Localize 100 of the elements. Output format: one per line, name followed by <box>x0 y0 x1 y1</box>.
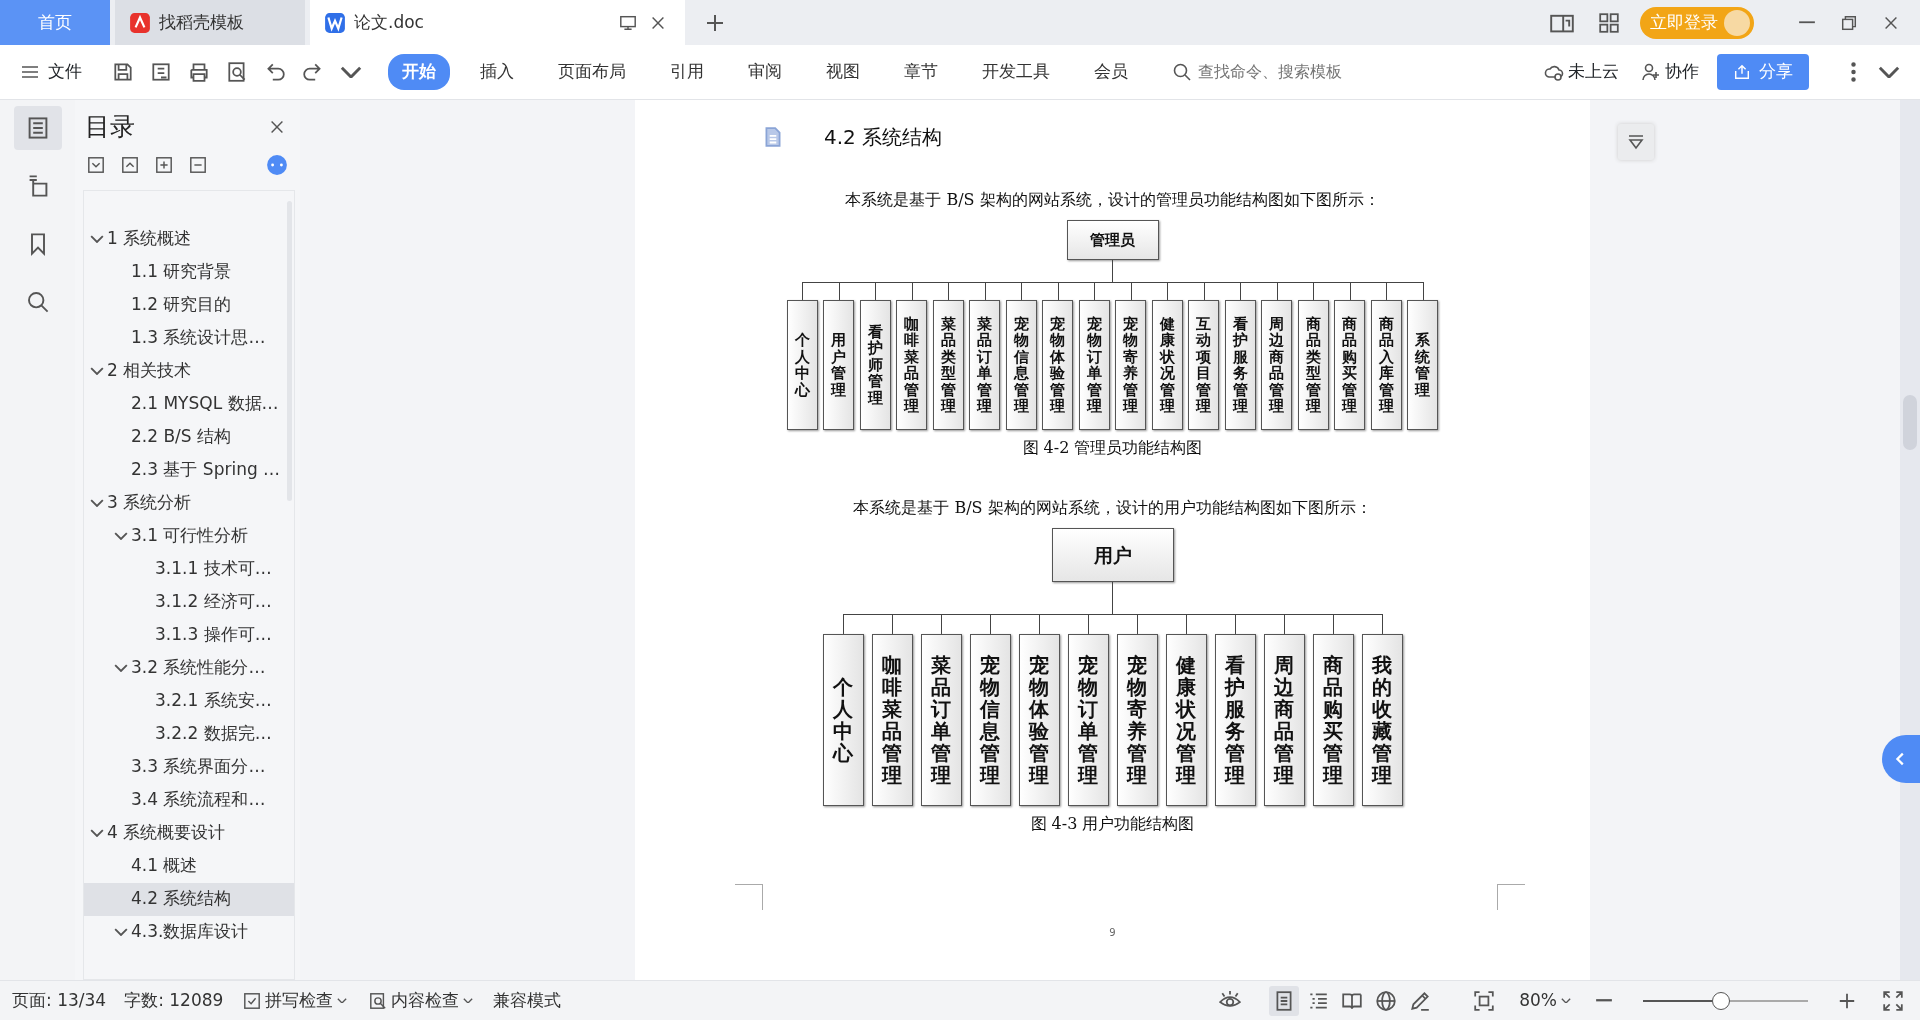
chart-node: 用户管理 <box>823 300 855 430</box>
collab-icon <box>1641 62 1661 82</box>
ribbon-tab[interactable]: 章节 <box>890 54 952 90</box>
toc-item[interactable]: 2 相关技术 <box>84 354 294 388</box>
chart-node: 宠物信息管理 <box>1005 300 1037 430</box>
paragraph: 本系统是基于 B/S 架构的网站系统，设计的管理员功能结构图如下图所示： <box>845 189 1380 211</box>
chart-node: 菜品订单管理 <box>920 634 962 806</box>
toc-item[interactable]: 3.2.2 数据完… <box>84 717 294 751</box>
print-icon <box>188 61 210 83</box>
chart-node: 宠物订单管理 <box>1078 300 1110 430</box>
compatibility-mode: 兼容模式 <box>493 988 562 1012</box>
toc-item[interactable]: 4.2 系统结构 <box>84 882 294 916</box>
document-tab[interactable]: 找稻壳模板 <box>115 0 305 45</box>
toc-item[interactable]: 2.1 MYSQL 数据… <box>84 387 294 421</box>
filter-icon <box>1626 132 1646 152</box>
toc-item[interactable]: 3.1.3 操作可… <box>84 618 294 652</box>
toc-button[interactable] <box>13 106 62 150</box>
save-icon <box>112 61 134 83</box>
tab-label: 论文.doc <box>354 10 424 34</box>
document-tab[interactable]: 论文.doc <box>310 0 685 45</box>
toc-item[interactable]: 1.1 研究背景 <box>84 255 294 289</box>
filter-button[interactable] <box>1618 124 1654 160</box>
section-heading: 4.2 系统结构 <box>824 124 943 151</box>
toc-item[interactable]: 1.3 系统设计思… <box>84 321 294 355</box>
file-menu[interactable]: 文件 <box>16 55 86 89</box>
crop-mark <box>1497 884 1525 910</box>
toc-item[interactable]: 3.1 可行性分析 <box>84 519 294 553</box>
zoom-slider-thumb[interactable] <box>1711 991 1730 1010</box>
w-logo-icon <box>324 11 346 34</box>
toc-item[interactable]: 3.3 系统界面分… <box>84 750 294 784</box>
ribbon-tab[interactable]: 审阅 <box>734 54 796 90</box>
panel-title: 目录 <box>85 111 135 143</box>
toc-item[interactable]: 2.3 基于 Spring … <box>84 453 294 487</box>
toc-item[interactable]: 1 系统概述 <box>84 222 294 256</box>
toc-item[interactable]: 2.2 B/S 结构 <box>84 420 294 454</box>
paragraph: 本系统是基于 B/S 架构的网站系统，设计的用户功能结构图如下图所示： <box>853 497 1372 519</box>
print-preview-icon <box>226 61 248 83</box>
toc-item[interactable]: 3.2.1 系统安… <box>84 684 294 718</box>
chart-node: 宠物体验管理 <box>1042 300 1074 430</box>
chart-node: 菜品订单管理 <box>969 300 1001 430</box>
zoom-slider-fill[interactable] <box>1643 999 1712 1002</box>
chart-node: 周边商品管理 <box>1261 300 1293 430</box>
new-tab-icon <box>705 12 725 33</box>
toc-item[interactable]: 3 系统分析 <box>84 486 294 520</box>
ribbon-tab[interactable]: 视图 <box>812 54 874 90</box>
tab-label: 首页 <box>38 10 72 34</box>
content-check-button[interactable]: 内容检查 <box>367 985 476 1016</box>
spell-check-button[interactable]: 拼写检查 <box>241 985 350 1016</box>
toc-item[interactable]: 4.1 概述 <box>84 849 294 883</box>
cloud-status-button[interactable]: 未上云 <box>1540 55 1623 89</box>
ribbon-tab[interactable]: 开发工具 <box>968 54 1064 90</box>
remove-level-icon <box>189 155 207 174</box>
figure-caption: 图 4-2 管理员功能结构图 <box>1022 437 1203 459</box>
ribbon-tab[interactable]: 引用 <box>656 54 718 90</box>
chart-root-node: 管理员 <box>1066 220 1159 260</box>
chevron-down-icon <box>114 927 128 937</box>
chart-node: 看护服务管理 <box>1214 634 1256 806</box>
chart-node: 商品入库管理 <box>1370 300 1402 430</box>
page-view-button[interactable] <box>1269 985 1300 1016</box>
restore-icon <box>1840 13 1858 32</box>
ribbon-tab[interactable]: 页面布局 <box>544 54 640 90</box>
toc-item[interactable]: 4 系统概要设计 <box>84 816 294 850</box>
chart-node: 看护师管理 <box>859 300 891 430</box>
toc-item[interactable]: 1.2 研究目的 <box>84 288 294 322</box>
chart-node: 菜品类型管理 <box>932 300 964 430</box>
chart-node: 宠物寄养管理 <box>1115 300 1147 430</box>
toc-item[interactable]: 3.4 系统流程和… <box>84 783 294 817</box>
caret-icon <box>337 997 348 1004</box>
chart-root-node: 用户 <box>1051 528 1174 582</box>
toc-item[interactable]: 4.3.数据库设计 <box>84 915 294 949</box>
toc-item[interactable]: 3.1.2 经济可… <box>84 585 294 619</box>
collaborate-button[interactable]: 协作 <box>1637 55 1703 89</box>
ribbon-tab[interactable]: 会员 <box>1080 54 1142 90</box>
share-icon <box>1733 63 1751 81</box>
zoom-menu[interactable]: 80% <box>1517 985 1573 1016</box>
chevron-down-icon <box>90 498 104 508</box>
chart-node: 系统管理 <box>1407 300 1439 430</box>
chart-node: 宠物体验管理 <box>1018 634 1060 806</box>
fullscreen-icon <box>1882 989 1904 1012</box>
ribbon-tab[interactable]: 插入 <box>466 54 528 90</box>
command-search-field[interactable]: 查找命令、搜索模板 <box>1172 59 1366 85</box>
assistant-icon <box>266 153 288 176</box>
page-number: 9 <box>1109 926 1116 940</box>
expand-panel-button[interactable] <box>1882 735 1920 783</box>
chart-node: 互动项目管理 <box>1188 300 1220 430</box>
expand-all-icon <box>121 155 139 174</box>
pen-icon <box>1409 989 1432 1012</box>
web-view-icon <box>1375 989 1398 1012</box>
apps-icon <box>1598 11 1620 34</box>
toc-item[interactable]: 3.1.1 技术可… <box>84 552 294 586</box>
toc-item[interactable]: 3.2 系统性能分… <box>84 651 294 685</box>
crop-mark <box>735 884 763 910</box>
figure-caption: 图 4-3 用户功能结构图 <box>1030 813 1195 835</box>
magnifier-icon <box>369 991 388 1010</box>
quick-access-menu-icon <box>340 65 362 79</box>
chevron-down-icon <box>114 663 128 673</box>
more-icon <box>1851 62 1856 82</box>
chart-node: 宠物信息管理 <box>969 634 1011 806</box>
tab-label: 找稻壳模板 <box>159 10 244 34</box>
chart-node: 周边商品管理 <box>1263 634 1305 806</box>
